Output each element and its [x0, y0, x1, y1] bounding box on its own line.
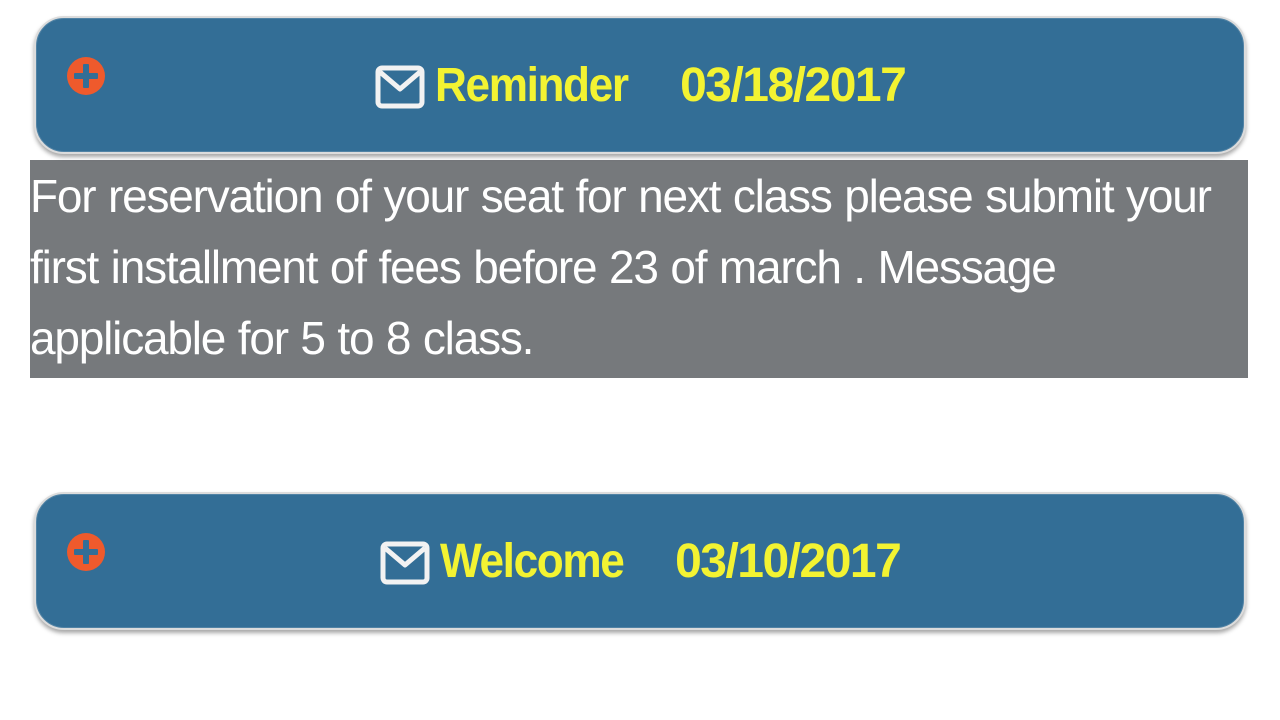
notice-item-welcome: Welcome 03/10/2017	[34, 492, 1246, 630]
notice-header-content: Welcome 03/10/2017	[36, 494, 1244, 628]
envelope-icon	[380, 541, 430, 585]
notice-header-welcome[interactable]: Welcome 03/10/2017	[34, 492, 1246, 630]
notice-item-reminder: Reminder 03/18/2017 For reservation of y…	[30, 16, 1248, 378]
notice-message: For reservation of your seat for next cl…	[30, 160, 1248, 378]
notice-date: 03/18/2017	[680, 58, 907, 112]
notice-board: Reminder 03/18/2017 For reservation of y…	[0, 0, 1280, 720]
notice-title: Reminder	[434, 58, 629, 112]
notice-date: 03/10/2017	[675, 534, 902, 588]
notice-header-content: Reminder 03/18/2017	[36, 18, 1244, 152]
notice-title: Welcome	[439, 534, 625, 588]
notice-header-reminder[interactable]: Reminder 03/18/2017	[34, 16, 1246, 154]
envelope-icon	[375, 65, 425, 109]
